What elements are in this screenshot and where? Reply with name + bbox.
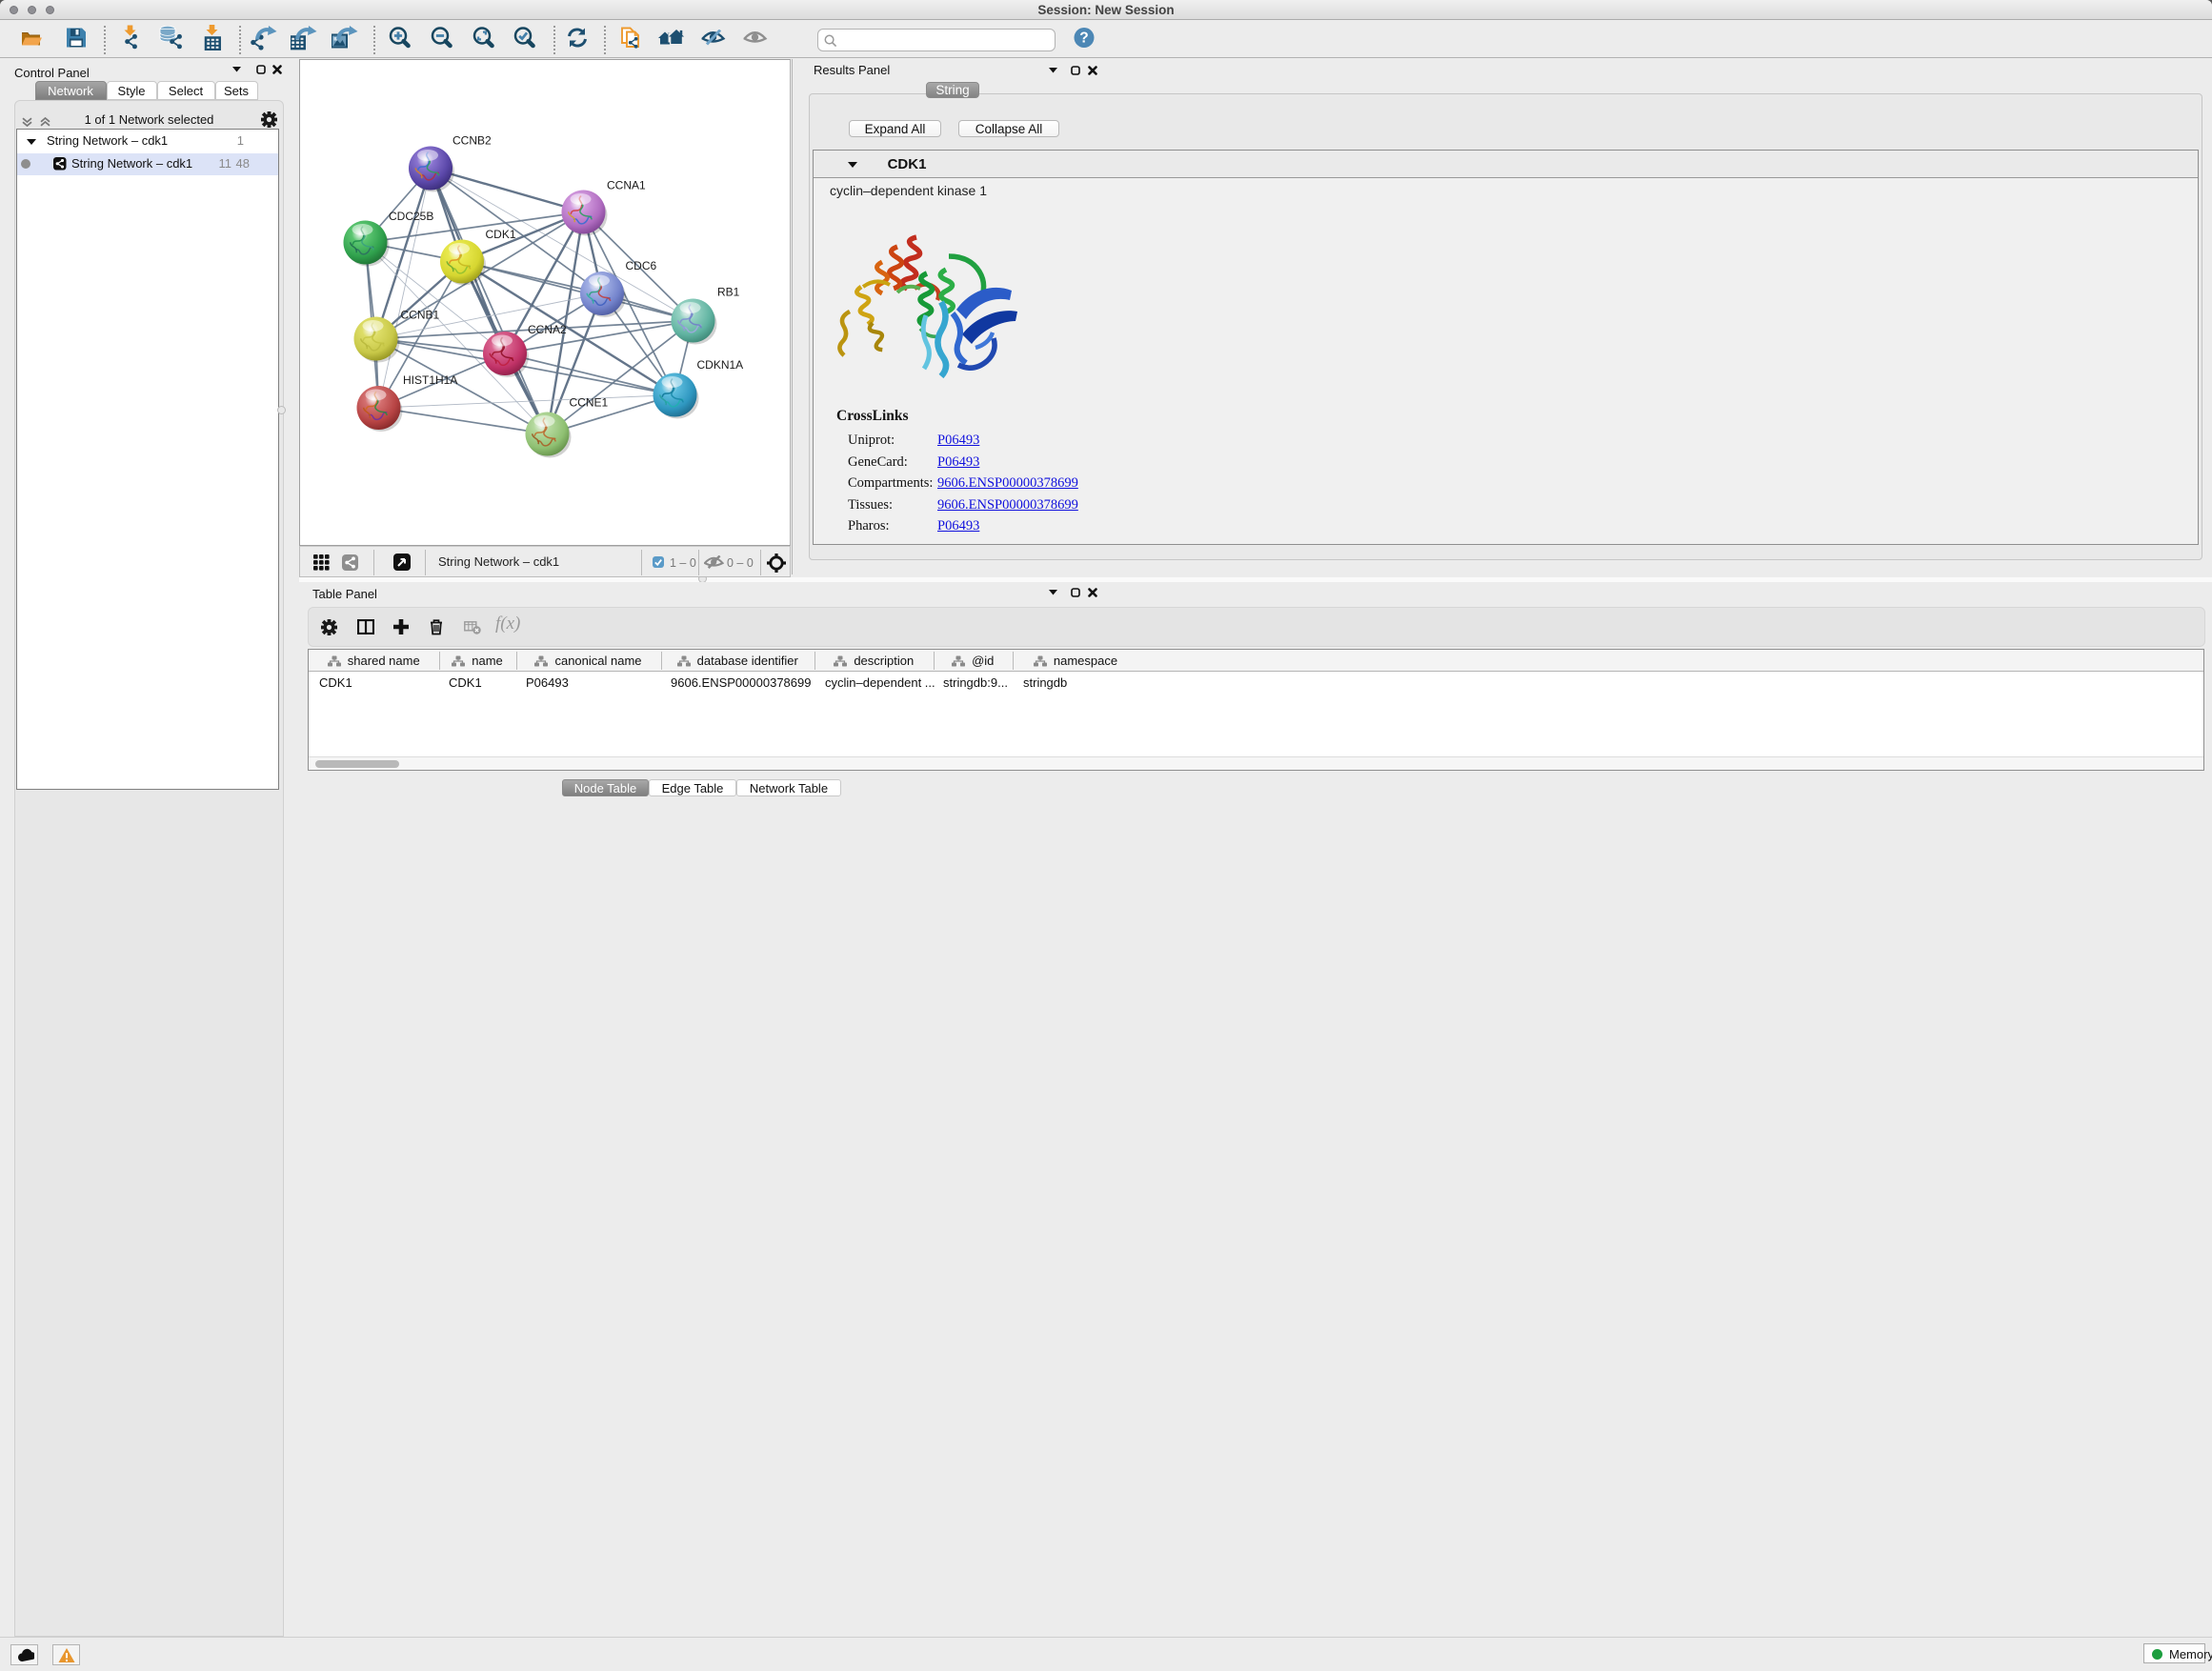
svg-text:HIST1H1A: HIST1H1A — [403, 373, 457, 387]
svg-text:RB1: RB1 — [717, 286, 740, 299]
svg-text:CCNB2: CCNB2 — [452, 134, 492, 148]
svg-text:CDK1: CDK1 — [486, 228, 516, 241]
svg-text:CDC25B: CDC25B — [389, 210, 433, 223]
svg-text:CCNB1: CCNB1 — [401, 309, 440, 322]
svg-text:CCNA1: CCNA1 — [607, 179, 646, 192]
svg-text:CDC6: CDC6 — [626, 259, 657, 272]
svg-text:?: ? — [1079, 30, 1088, 47]
svg-text:CCNE1: CCNE1 — [570, 396, 609, 410]
svg-text:CDKN1A: CDKN1A — [697, 358, 744, 372]
svg-text:CCNA2: CCNA2 — [528, 323, 567, 336]
